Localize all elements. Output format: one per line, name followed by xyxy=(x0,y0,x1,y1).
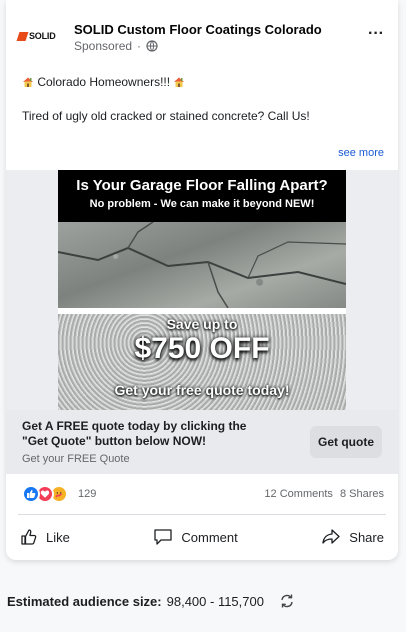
house-emoji-icon xyxy=(23,77,33,87)
post-headline-text: Colorado Homeowners!!! xyxy=(37,75,171,89)
estimated-audience: Estimated audience size: 98,400 - 115,70… xyxy=(7,590,298,612)
ad-post-card: SOLID SOLID Custom Floor Coatings Colora… xyxy=(6,0,398,560)
engagement-stats: 12 Comments 8 Shares xyxy=(264,488,384,500)
get-quote-button[interactable]: Get quote xyxy=(310,426,382,458)
share-label: Share xyxy=(349,529,384,545)
comment-label: Comment xyxy=(181,529,238,545)
cta-headline[interactable]: Get A FREE quote today by clicking the "… xyxy=(22,419,262,449)
page-name[interactable]: SOLID Custom Floor Coatings Colorado xyxy=(74,22,322,37)
refresh-icon xyxy=(281,594,293,608)
logo-text: SOLID xyxy=(29,31,56,41)
shares-count[interactable]: 8 Shares xyxy=(340,488,384,500)
cracked-floor-photo xyxy=(58,222,346,308)
see-more-link[interactable]: see more xyxy=(338,147,384,159)
crack-lines xyxy=(58,222,346,308)
post-actions: Like Comment Share xyxy=(6,520,398,554)
post-text-line1: Colorado Homeowners!!! xyxy=(22,74,382,90)
cta-subline: Get your FREE Quote xyxy=(22,453,130,465)
reactions-summary[interactable]: 129 xyxy=(22,484,96,504)
post-header: SOLID SOLID Custom Floor Coatings Colora… xyxy=(6,0,398,64)
ad-image[interactable]: Is Your Garage Floor Falling Apart? No p… xyxy=(58,170,346,410)
action-divider xyxy=(18,514,386,515)
ad-image-subtitle: No problem - We can make it beyond NEW! xyxy=(89,198,315,210)
ad-save-text: Save up to xyxy=(166,316,238,332)
comment-button[interactable]: Comment xyxy=(153,520,238,554)
post-meta: Sponsored · xyxy=(74,39,158,53)
ad-image-banner: Is Your Garage Floor Falling Apart? No p… xyxy=(58,170,346,222)
ad-image-area[interactable]: Is Your Garage Floor Falling Apart? No p… xyxy=(6,170,398,410)
coated-floor-photo: Save up to $750 OFF Get your free quote … xyxy=(58,314,346,410)
sponsored-label[interactable]: Sponsored xyxy=(74,39,132,53)
like-label: Like xyxy=(46,529,70,545)
reaction-count[interactable]: 129 xyxy=(78,488,96,500)
refresh-button[interactable] xyxy=(276,590,298,612)
share-button[interactable]: Share xyxy=(321,520,384,554)
thumbs-up-icon xyxy=(21,529,37,545)
like-button[interactable]: Like xyxy=(20,520,70,554)
ad-quote-text: Get your free quote today! xyxy=(114,382,290,398)
meta-separator: · xyxy=(137,39,142,53)
like-reaction-icon xyxy=(22,485,40,503)
post-text: Colorado Homeowners!!! Tired of ugly old… xyxy=(22,74,382,124)
audience-label: Estimated audience size: xyxy=(7,593,162,609)
post-text-line2: Tired of ugly old cracked or stained con… xyxy=(22,109,310,123)
house-emoji-icon xyxy=(174,77,185,87)
more-options-button[interactable]: ··· xyxy=(368,26,384,42)
ad-amount-text: $750 OFF xyxy=(134,332,270,365)
logo-mark-icon xyxy=(16,31,29,41)
cta-bar[interactable]: Get A FREE quote today by clicking the "… xyxy=(6,410,398,474)
globe-icon xyxy=(146,40,158,52)
audience-value: 98,400 - 115,700 xyxy=(166,593,264,609)
comment-bubble-icon xyxy=(154,529,173,545)
ad-image-title: Is Your Garage Floor Falling Apart? xyxy=(76,177,328,194)
page-logo[interactable]: SOLID xyxy=(16,26,62,46)
comments-count[interactable]: 12 Comments xyxy=(264,488,332,500)
share-arrow-icon xyxy=(322,529,340,544)
